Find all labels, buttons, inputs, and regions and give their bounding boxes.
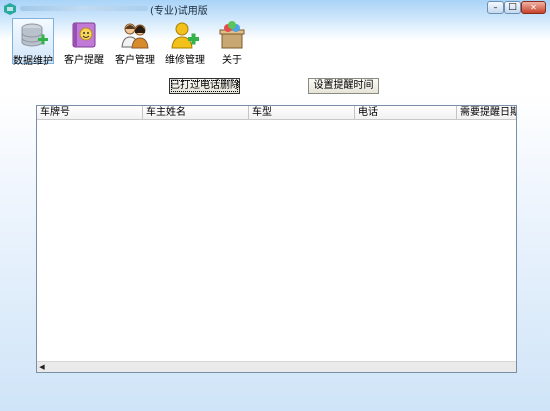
toolbar-item-repair-management[interactable]: 维修管理	[165, 18, 205, 66]
column-header-owner[interactable]: 车主姓名	[143, 106, 249, 119]
column-header-phone[interactable]: 电话	[355, 106, 457, 119]
maximize-button[interactable]	[504, 1, 521, 14]
title-bar: (专业)试用版	[0, 0, 550, 18]
set-reminder-time-button[interactable]: 设置提醒时间	[308, 78, 379, 94]
title-blurred-text	[20, 6, 148, 11]
customer-reminder-list[interactable]: 车牌号 车主姓名 车型 电话 需要提醒日期 ◀	[36, 105, 517, 373]
toolbar-item-customer-management[interactable]: 客户管理	[115, 18, 155, 66]
close-button[interactable]	[521, 1, 546, 14]
scroll-left-icon[interactable]: ◀	[37, 362, 47, 372]
reminder-book-icon	[72, 22, 96, 48]
toolbar-item-label: 客户管理	[115, 55, 155, 66]
toolbar-item-customer-reminder[interactable]: 客户提醒	[64, 18, 104, 66]
column-header-plate[interactable]: 车牌号	[37, 106, 143, 119]
users-icon	[121, 23, 149, 49]
toolbar-item-label: 维修管理	[165, 55, 205, 66]
app-icon	[4, 3, 16, 15]
toolbar: 数据维护 客户提醒 客户管理 维修管理 关于	[0, 18, 550, 67]
add-user-icon	[171, 22, 199, 49]
toolbar-item-about[interactable]: 关于	[215, 18, 249, 66]
list-header: 车牌号 车主姓名 车型 电话 需要提醒日期	[37, 106, 516, 120]
toolbar-item-label: 客户提醒	[64, 55, 104, 66]
minimize-button[interactable]	[487, 1, 504, 14]
toolbar-item-label: 关于	[222, 55, 242, 66]
called-delete-button[interactable]: 已打过电话删除	[169, 78, 240, 94]
toolbar-item-data-maintenance[interactable]: 数据维护	[12, 18, 54, 67]
window-title: (专业)试用版	[150, 6, 208, 17]
toolbar-item-label: 数据维护	[13, 56, 53, 67]
column-header-model[interactable]: 车型	[249, 106, 355, 119]
about-icon	[219, 21, 245, 49]
horizontal-scrollbar[interactable]: ◀	[37, 361, 516, 372]
database-icon	[21, 23, 48, 47]
column-header-reminder-date[interactable]: 需要提醒日期	[457, 106, 516, 119]
